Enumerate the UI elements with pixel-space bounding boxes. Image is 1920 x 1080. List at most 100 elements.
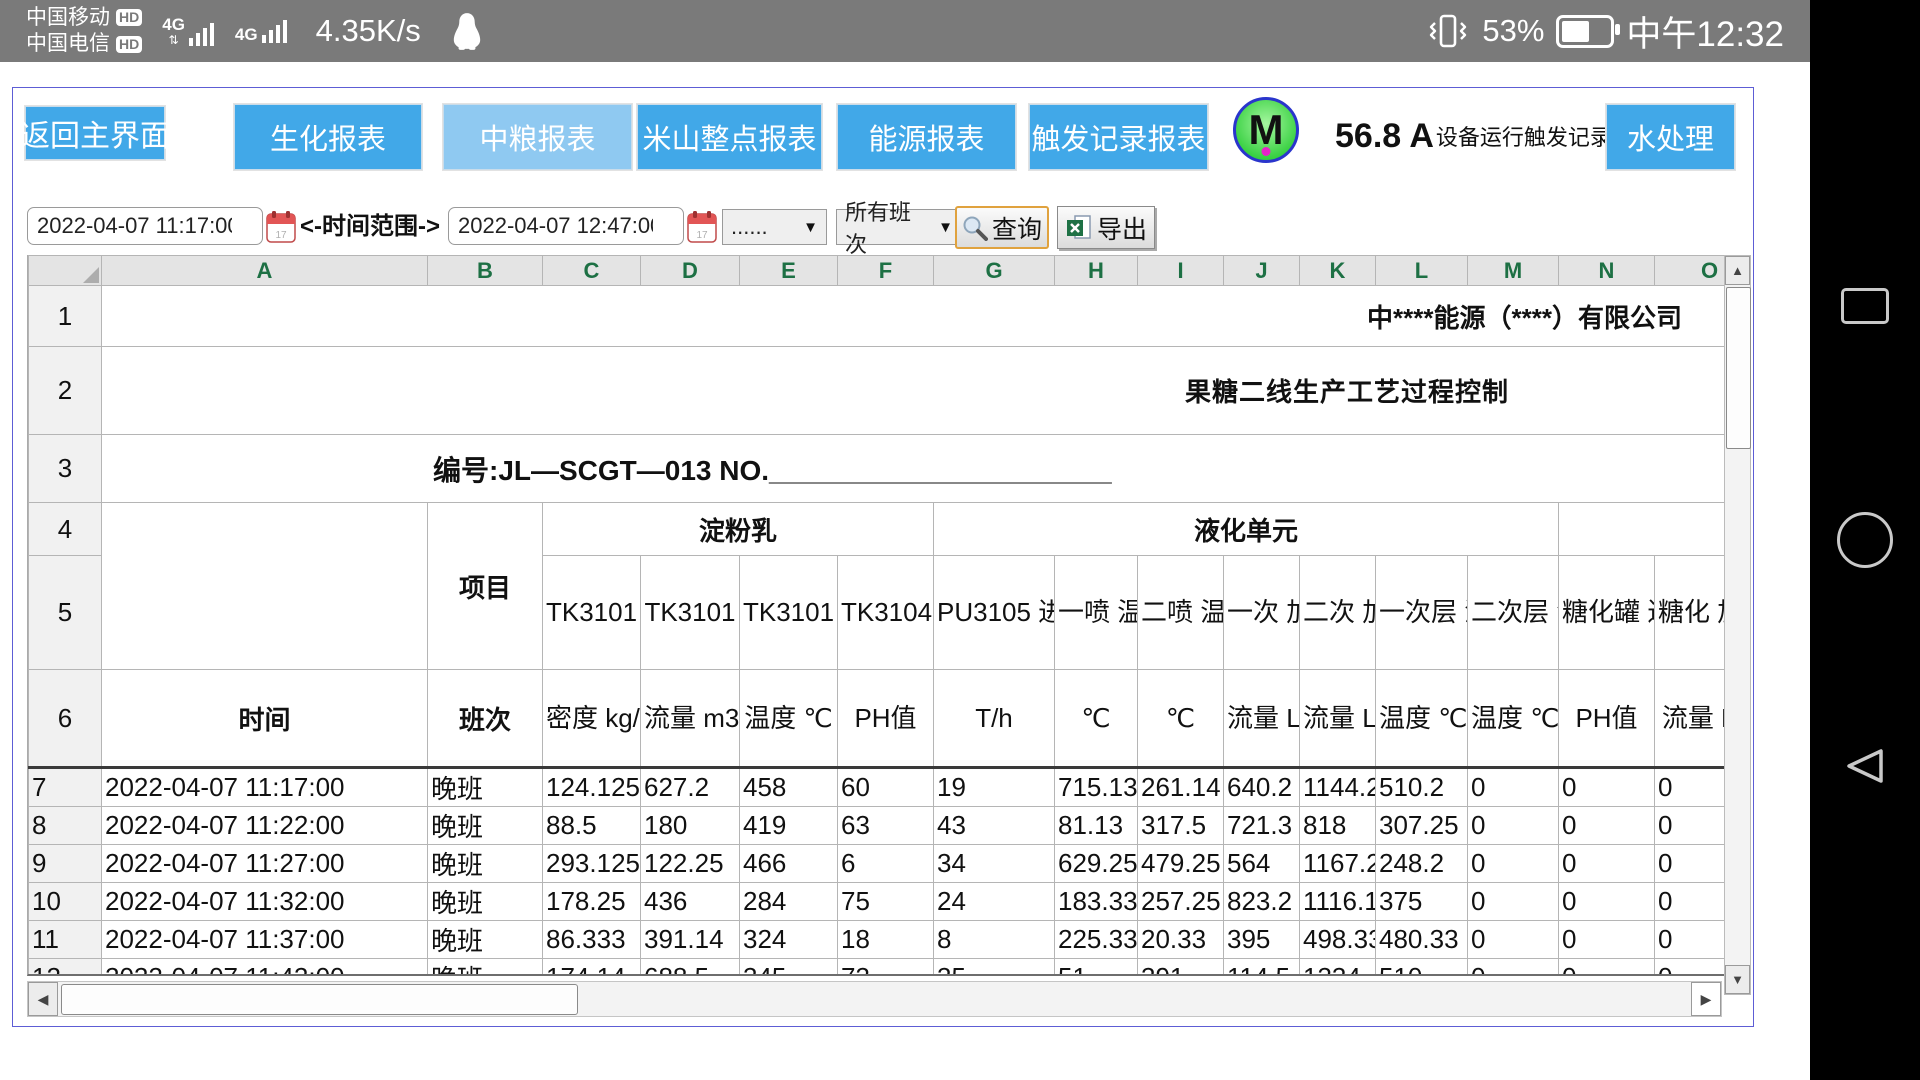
unit-header-cell[interactable]: PH值 (838, 670, 934, 768)
liquefaction-unit-header-cell[interactable]: 液化单元 (934, 503, 1559, 556)
row-number[interactable]: 10 (29, 883, 102, 921)
date-from-input[interactable] (27, 207, 263, 245)
column-letter[interactable]: D (641, 256, 740, 286)
value-cell[interactable]: 419 (740, 807, 838, 845)
unit-header-cell[interactable]: T/h (934, 670, 1055, 768)
value-cell[interactable]: 293.125 (543, 845, 641, 883)
value-cell[interactable]: 818 (1300, 807, 1376, 845)
value-cell[interactable]: 0 (1559, 921, 1655, 959)
unit-header-cell[interactable]: 密度 kg/L (543, 670, 641, 768)
unit-header-cell[interactable]: ℃ (1138, 670, 1224, 768)
instrument-header-cell[interactable]: 糖化 加酶 (1655, 556, 1726, 670)
value-cell[interactable]: 20.33 (1138, 921, 1224, 959)
unit-header-cell[interactable]: 流量 L/h (1300, 670, 1376, 768)
shift-cell[interactable]: 晚班 (428, 921, 543, 959)
shift-cell[interactable]: 晚班 (428, 807, 543, 845)
report-spreadsheet[interactable]: ABCDEFGHIJKLMNO 1 中****能源（****）有限公司 2 果糖… (27, 255, 1725, 976)
column-letter[interactable]: O (1655, 256, 1726, 286)
value-cell[interactable]: 261.14 (1138, 768, 1224, 807)
time-cell[interactable]: 2022-04-07 11:32:00 (102, 883, 428, 921)
value-cell[interactable]: 0 (1468, 768, 1559, 807)
column-letter[interactable]: C (543, 256, 641, 286)
column-letter[interactable]: J (1224, 256, 1300, 286)
value-cell[interactable]: 0 (1655, 768, 1726, 807)
value-cell[interactable]: 375 (1376, 883, 1468, 921)
value-cell[interactable]: 24 (934, 883, 1055, 921)
project-header-cell[interactable]: 项目 (428, 503, 543, 670)
instrument-header-cell[interactable]: 二次 加酶 (1300, 556, 1376, 670)
scroll-left-icon[interactable]: ◀ (28, 982, 58, 1016)
back-to-main-button[interactable]: 返回主界面 (25, 106, 165, 160)
unit-header-cell[interactable]: PH值 (1559, 670, 1655, 768)
value-cell[interactable]: 43 (934, 807, 1055, 845)
column-letter[interactable]: B (428, 256, 543, 286)
shift-cell[interactable]: 晚班 (428, 959, 543, 977)
value-cell[interactable]: 0 (1468, 959, 1559, 977)
shift-cell[interactable]: 晚班 (428, 845, 543, 883)
empty-cell[interactable] (1559, 503, 1726, 556)
value-cell[interactable]: 60 (838, 768, 934, 807)
calendar-icon[interactable]: 17 (687, 210, 717, 243)
horizontal-scrollbar[interactable]: ◀ ▶ (27, 981, 1722, 1017)
instrument-header-cell[interactable]: 二喷 温度 (1138, 556, 1224, 670)
value-cell[interactable]: 391.14 (641, 921, 740, 959)
value-cell[interactable]: 34 (934, 845, 1055, 883)
value-cell[interactable]: 0 (1655, 959, 1726, 977)
value-cell[interactable]: 183.33 (1055, 883, 1138, 921)
value-cell[interactable]: 0 (1559, 807, 1655, 845)
value-cell[interactable]: 688.5 (641, 959, 740, 977)
scroll-up-icon[interactable]: ▲ (1725, 256, 1750, 285)
column-letter[interactable]: M (1468, 256, 1559, 286)
value-cell[interactable]: 124.125 (543, 768, 641, 807)
instrument-header-cell[interactable]: TK3101 (740, 556, 838, 670)
column-letter[interactable]: F (838, 256, 934, 286)
value-cell[interactable]: 629.25 (1055, 845, 1138, 883)
value-cell[interactable]: 1116.1 (1300, 883, 1376, 921)
value-cell[interactable]: 225.33 (1055, 921, 1138, 959)
instrument-header-cell[interactable]: 一喷 温度 (1055, 556, 1138, 670)
value-cell[interactable]: 73 (838, 959, 934, 977)
row-number[interactable]: 2 (29, 347, 102, 435)
water-treatment-button[interactable]: 水处理 (1606, 104, 1735, 170)
value-cell[interactable]: 721.3 (1224, 807, 1300, 845)
value-cell[interactable]: 51 (1055, 959, 1138, 977)
instrument-header-cell[interactable]: TK3101 (641, 556, 740, 670)
select-all-corner[interactable] (29, 256, 102, 286)
time-cell[interactable]: 2022-04-07 11:22:00 (102, 807, 428, 845)
home-icon[interactable] (1837, 512, 1893, 568)
tab-zhongliang-report[interactable]: 中粮报表 (443, 104, 632, 170)
horizontal-scrollbar-thumb[interactable] (61, 984, 578, 1015)
value-cell[interactable]: 436 (641, 883, 740, 921)
column-letter[interactable]: K (1300, 256, 1376, 286)
row-number[interactable]: 5 (29, 556, 102, 670)
date-to-input[interactable] (448, 207, 684, 245)
time-cell[interactable]: 2022-04-07 11:17:00 (102, 768, 428, 807)
tab-biochem-report[interactable]: 生化报表 (234, 104, 422, 170)
tab-mishan-hourly-report[interactable]: 米山整点报表 (637, 104, 822, 170)
row-number[interactable]: 3 (29, 435, 102, 503)
scroll-down-icon[interactable]: ▼ (1725, 965, 1750, 994)
value-cell[interactable]: 122.25 (641, 845, 740, 883)
value-cell[interactable]: 180 (641, 807, 740, 845)
scroll-right-icon[interactable]: ▶ (1691, 982, 1721, 1016)
value-cell[interactable]: 640.2 (1224, 768, 1300, 807)
value-cell[interactable]: 63 (838, 807, 934, 845)
value-cell[interactable]: 498.33 (1300, 921, 1376, 959)
row-number[interactable]: 6 (29, 670, 102, 768)
row-number[interactable]: 9 (29, 845, 102, 883)
shift-cell[interactable]: 晚班 (428, 883, 543, 921)
value-cell[interactable]: 257.25 (1138, 883, 1224, 921)
value-cell[interactable]: 174.14 (543, 959, 641, 977)
value-cell[interactable]: 18 (838, 921, 934, 959)
column-letter[interactable]: N (1559, 256, 1655, 286)
column-letter[interactable]: I (1138, 256, 1224, 286)
value-cell[interactable]: 391 (1138, 959, 1224, 977)
shift-dropdown[interactable]: 所有班次 ▼ (836, 209, 962, 245)
value-cell[interactable]: 510.2 (1376, 768, 1468, 807)
value-cell[interactable]: 0 (1559, 768, 1655, 807)
instrument-header-cell[interactable]: 糖化罐 进料 (1559, 556, 1655, 670)
recents-icon[interactable] (1841, 288, 1889, 324)
value-cell[interactable]: 0 (1655, 807, 1726, 845)
empty-cell[interactable] (102, 503, 428, 670)
filter-dropdown[interactable]: ...... ▼ (722, 209, 827, 245)
